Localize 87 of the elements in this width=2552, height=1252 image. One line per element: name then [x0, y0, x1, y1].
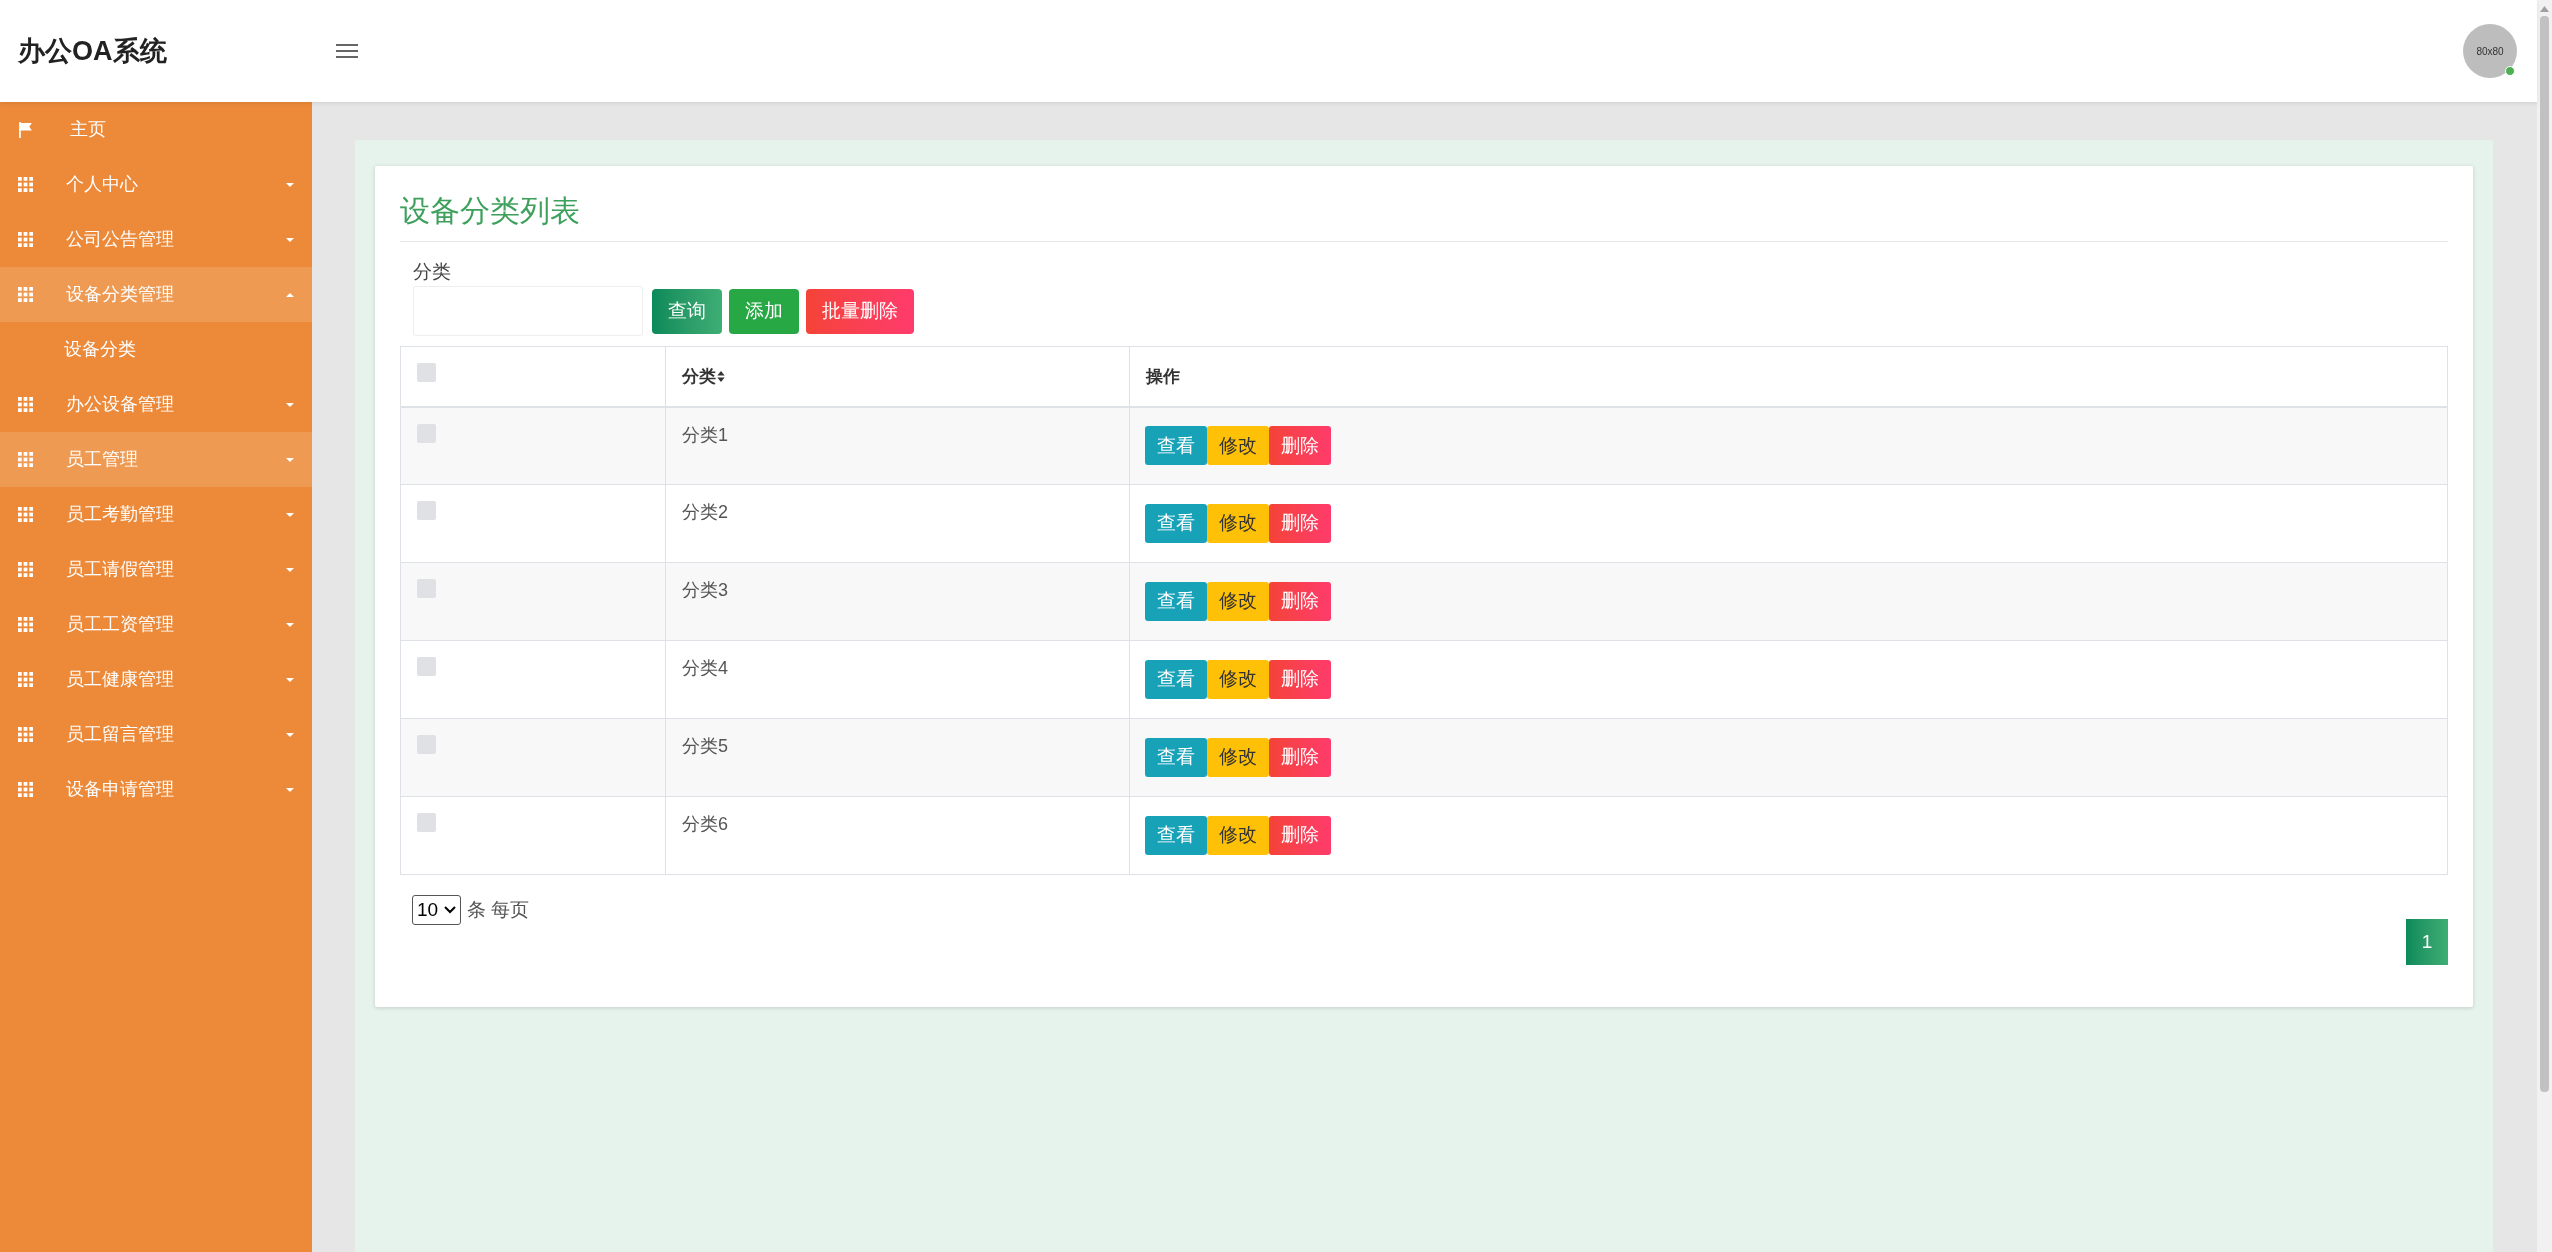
delete-button[interactable]: 删除 — [1269, 426, 1331, 466]
caret-up-icon — [286, 292, 294, 297]
sidebar-label: 设备分类管理 — [66, 283, 174, 306]
sidebar-label: 员工留言管理 — [66, 723, 174, 746]
sort-icon[interactable] — [717, 370, 725, 382]
sidebar-label: 主页 — [70, 118, 106, 141]
grid-icon — [18, 727, 33, 742]
edit-button[interactable]: 修改 — [1207, 504, 1269, 543]
table-cell: 分类6 — [682, 814, 728, 834]
caret-down-icon — [286, 237, 294, 242]
table-cell: 分类1 — [682, 424, 728, 445]
view-button[interactable]: 查看 — [1145, 504, 1207, 543]
page-title: 设备分类列表 — [400, 193, 581, 229]
sidebar-label: 办公设备管理 — [66, 393, 174, 416]
edit-button[interactable]: 修改 — [1207, 660, 1269, 699]
page-size-select[interactable]: 10 — [412, 895, 462, 925]
grid-icon — [18, 507, 33, 522]
grid-icon — [18, 177, 33, 192]
page-button[interactable]: 1 — [2406, 919, 2448, 965]
checkbox[interactable] — [417, 363, 436, 382]
checkbox[interactable] — [417, 423, 436, 443]
flag-icon — [18, 121, 33, 138]
column-header: 操作 — [1146, 365, 1180, 388]
grid-icon — [18, 672, 33, 687]
avatar[interactable]: 80x80 — [2463, 24, 2517, 78]
sidebar-item[interactable]: 设备分类管理 — [0, 267, 312, 322]
submenu-item[interactable]: 设备分类 — [64, 336, 136, 363]
caret-down-icon — [286, 622, 294, 627]
sidebar-label: 设备申请管理 — [66, 778, 174, 801]
view-button[interactable]: 查看 — [1145, 660, 1207, 699]
search-button[interactable]: 查询 — [652, 288, 722, 334]
view-button[interactable]: 查看 — [1145, 582, 1207, 621]
caret-down-icon — [286, 787, 294, 792]
grid-icon — [18, 452, 33, 467]
delete-button[interactable]: 删除 — [1269, 816, 1331, 855]
caret-down-icon — [286, 512, 294, 517]
sidebar-label: 员工健康管理 — [66, 668, 174, 691]
checkbox[interactable] — [417, 579, 436, 598]
scroll-up-icon[interactable] — [2540, 6, 2549, 12]
delete-button[interactable]: 删除 — [1269, 738, 1331, 777]
sidebar-label: 员工管理 — [66, 448, 138, 471]
grid-icon — [18, 562, 33, 577]
grid-icon — [18, 397, 33, 412]
sidebar-label: 公司公告管理 — [66, 228, 174, 251]
sidebar-item[interactable]: 员工管理 — [0, 432, 312, 487]
page-size-label: 条 每页 — [467, 897, 530, 922]
menu-icon[interactable] — [336, 43, 358, 59]
view-button[interactable]: 查看 — [1145, 816, 1207, 855]
grid-icon — [18, 287, 33, 302]
grid-icon — [18, 232, 33, 247]
caret-down-icon — [286, 182, 294, 187]
table-cell: 分类2 — [682, 502, 728, 522]
app-title: 办公OA系统 — [18, 35, 167, 66]
edit-button[interactable]: 修改 — [1207, 426, 1269, 466]
caret-down-icon — [286, 402, 294, 407]
caret-down-icon — [286, 457, 294, 462]
sidebar-label: 员工请假管理 — [66, 558, 174, 581]
caret-down-icon — [286, 732, 294, 737]
table-cell: 分类3 — [682, 580, 728, 600]
checkbox[interactable] — [417, 735, 436, 754]
delete-button[interactable]: 删除 — [1269, 582, 1331, 621]
view-button[interactable]: 查看 — [1145, 738, 1207, 777]
avatar-text: 80x80 — [2476, 44, 2504, 59]
filter-label: 分类 — [413, 260, 451, 284]
delete-button[interactable]: 删除 — [1269, 504, 1331, 543]
edit-button[interactable]: 修改 — [1207, 582, 1269, 621]
table-cell: 分类4 — [682, 658, 728, 678]
caret-down-icon — [286, 677, 294, 682]
batch-delete-button[interactable]: 批量删除 — [806, 288, 914, 334]
checkbox[interactable] — [417, 501, 436, 520]
table-cell: 分类5 — [682, 736, 728, 756]
sidebar-label: 个人中心 — [66, 173, 138, 196]
view-button[interactable]: 查看 — [1145, 426, 1207, 466]
sidebar-label: 员工工资管理 — [66, 613, 174, 636]
grid-icon — [18, 782, 33, 797]
edit-button[interactable]: 修改 — [1207, 816, 1269, 855]
column-header[interactable]: 分类 — [682, 363, 725, 389]
edit-button[interactable]: 修改 — [1207, 738, 1269, 777]
scrollbar[interactable] — [2537, 0, 2552, 1252]
checkbox[interactable] — [417, 813, 436, 832]
checkbox[interactable] — [417, 657, 436, 676]
chevron-down-icon — [444, 906, 457, 914]
add-button[interactable]: 添加 — [729, 288, 799, 334]
sidebar-label: 员工考勤管理 — [66, 503, 174, 526]
grid-icon — [18, 617, 33, 632]
caret-down-icon — [286, 567, 294, 572]
delete-button[interactable]: 删除 — [1269, 660, 1331, 699]
